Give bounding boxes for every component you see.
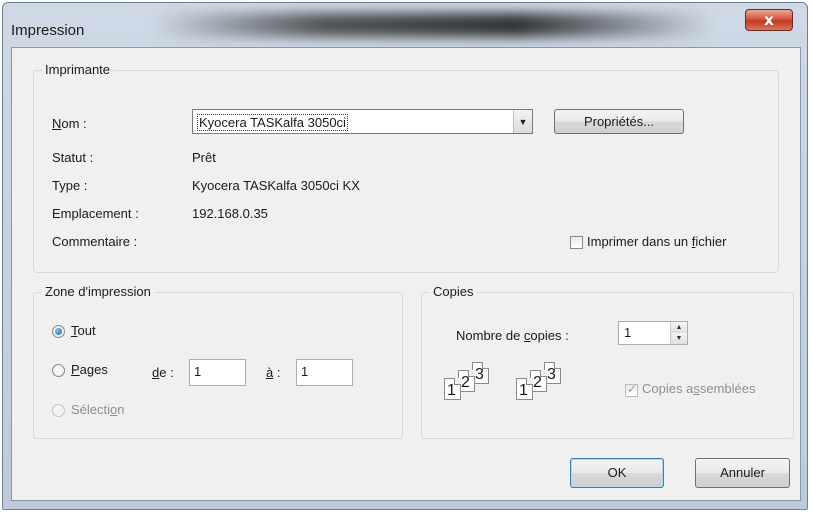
print-to-file-text-end: ichier — [695, 234, 727, 249]
print-selection-radio[interactable] — [52, 404, 65, 417]
print-selection-text-end: n — [117, 402, 125, 417]
copies-count-value: 1 — [624, 325, 632, 340]
print-selection-text: Sélecti — [71, 402, 111, 417]
to-label: à : — [266, 365, 280, 380]
collate-checkbox[interactable]: ✓ — [625, 382, 638, 397]
ok-button[interactable]: OK — [570, 458, 664, 488]
print-to-file-label[interactable]: Imprimer dans un fichier — [587, 234, 726, 249]
printer-select[interactable]: Kyocera TASKalfa 3050ci ▼ — [192, 109, 533, 134]
printer-group-label: Imprimante — [42, 62, 114, 77]
properties-button-label: Propriétés... — [583, 114, 655, 129]
printer-name-label: Nom : — [52, 116, 87, 131]
collate-text-end: semblées — [699, 381, 756, 396]
status-value: Prêt — [192, 150, 216, 165]
collate-pages-icon-1: 3 2 1 — [442, 362, 522, 412]
type-label: Type : — [52, 178, 88, 193]
page-icon: 1 — [516, 378, 533, 400]
collate-text: Copies a — [642, 381, 694, 396]
close-icon: x — [764, 11, 774, 29]
print-to-file-checkbox[interactable] — [570, 236, 583, 249]
from-label: de : — [152, 365, 174, 380]
ok-button-label: OK — [607, 465, 627, 480]
dialog-body: Imprimante Nom : Kyocera TASKalfa 3050ci… — [11, 47, 801, 501]
close-button[interactable]: x — [745, 9, 793, 31]
title-bar-shade — [153, 13, 713, 37]
copies-count-text: Nombre de — [456, 328, 524, 343]
copies-count-text-end: opies : — [530, 328, 569, 343]
cancel-button[interactable]: Annuler — [695, 458, 790, 488]
page-digit: 2 — [533, 374, 542, 391]
checkmark-icon: ✓ — [627, 382, 638, 396]
collate-pages-icon-2: 3 2 1 — [514, 362, 594, 412]
location-value: 192.168.0.35 — [192, 206, 268, 221]
print-all-label[interactable]: Tout — [71, 323, 96, 338]
from-label-text: e : — [159, 365, 174, 380]
print-pages-radio[interactable] — [52, 364, 65, 377]
print-selection-label[interactable]: Sélection — [71, 402, 125, 417]
copies-count-spinner[interactable]: 1 ▲ ▼ — [618, 321, 688, 345]
page-digit: 1 — [447, 382, 456, 399]
window-title: Impression — [11, 22, 85, 39]
chevron-down-icon[interactable]: ▼ — [513, 110, 532, 133]
properties-button[interactable]: Propriétés... — [554, 109, 684, 134]
copies-count-label: Nombre de copies : — [456, 328, 569, 343]
status-label: Statut : — [52, 150, 94, 165]
collate-label[interactable]: Copies assemblées — [642, 381, 755, 396]
page-digit: 1 — [519, 382, 528, 399]
copies-group-label: Copies — [430, 284, 477, 299]
print-pages-label[interactable]: Pages — [71, 362, 108, 377]
comment-label: Commentaire : — [52, 234, 138, 249]
printer-select-value: Kyocera TASKalfa 3050ci — [197, 114, 348, 131]
to-page-value: 1 — [301, 364, 309, 379]
print-to-file-text: Imprimer dans un — [587, 234, 692, 249]
page-digit: 2 — [461, 374, 470, 391]
print-range-group-label: Zone d'impression — [42, 284, 154, 299]
print-all-text: out — [77, 323, 96, 338]
print-pages-text: ages — [79, 362, 108, 377]
print-dialog: Impression x Imprimante Nom : Kyocera TA… — [2, 2, 808, 510]
from-page-input[interactable]: 1 — [189, 359, 246, 386]
type-value: Kyocera TASKalfa 3050ci KX — [192, 178, 360, 193]
to-page-input[interactable]: 1 — [296, 359, 353, 386]
title-bar[interactable]: Impression x — [3, 3, 807, 47]
page-digit: 3 — [547, 366, 556, 383]
location-label: Emplacement : — [52, 206, 139, 221]
print-all-radio[interactable] — [52, 325, 65, 338]
to-label-text: : — [273, 365, 281, 380]
print-pages-accel: P — [71, 362, 80, 377]
from-page-value: 1 — [194, 364, 202, 379]
cancel-button-label: Annuler — [720, 465, 765, 480]
page-icon: 1 — [444, 378, 461, 400]
spin-down-icon[interactable]: ▼ — [670, 333, 687, 344]
page-digit: 3 — [475, 366, 484, 383]
